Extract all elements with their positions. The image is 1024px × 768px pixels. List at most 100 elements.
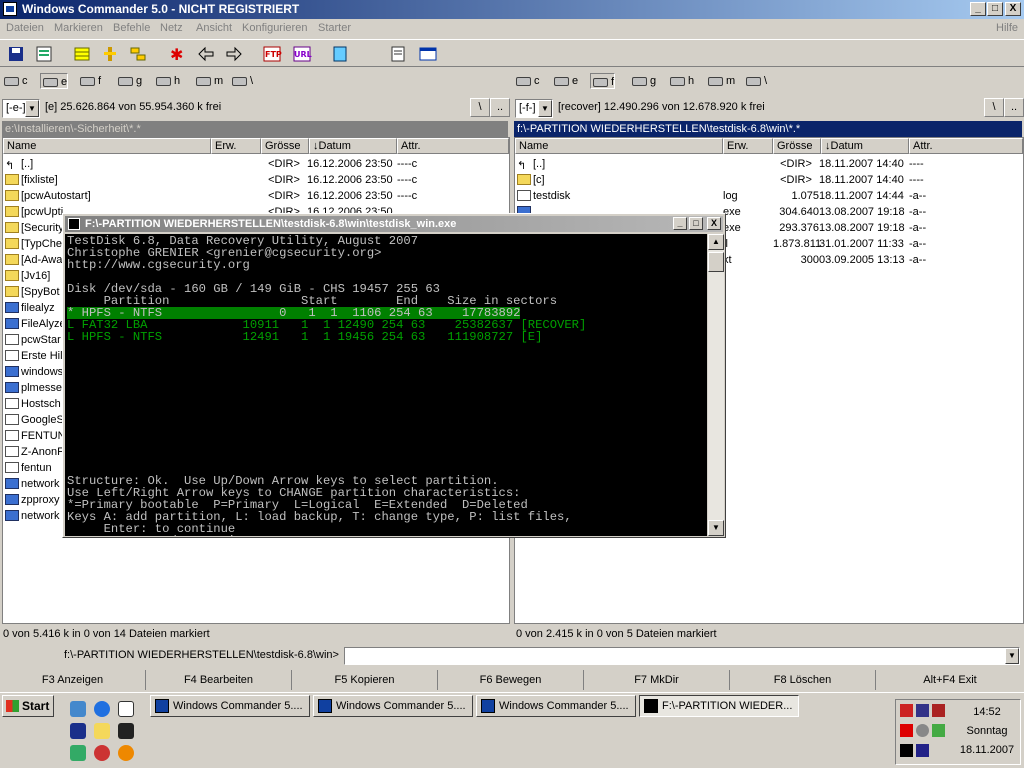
- menu-markieren[interactable]: Markieren: [54, 19, 103, 37]
- close-button[interactable]: X: [1005, 2, 1021, 16]
- notepad-icon[interactable]: [330, 44, 350, 64]
- menu-konfigurieren[interactable]: Konfigurieren: [242, 19, 307, 37]
- console-line[interactable]: L HPFS - NTFS 12491 1 1 19456 254 63 111…: [67, 331, 542, 343]
- task-windows-commander-2[interactable]: Windows Commander 5....: [313, 695, 473, 717]
- minimize-button[interactable]: _: [673, 217, 687, 230]
- folder-icon[interactable]: [94, 723, 110, 739]
- tray-icon[interactable]: [916, 704, 929, 717]
- exit-button[interactable]: Alt+F4 Exit: [876, 670, 1024, 690]
- file-row[interactable]: [fixliste] <DIR> 16.12.2006 23:50 ----c: [3, 172, 509, 188]
- network-root-button[interactable]: \: [232, 73, 253, 89]
- right-root-button[interactable]: \: [984, 98, 1004, 117]
- column-date[interactable]: ↓Datum: [309, 138, 397, 154]
- drive-e-button[interactable]: e: [40, 73, 69, 89]
- f4-edit-button[interactable]: F4 Bearbeiten: [146, 670, 292, 690]
- drive-m-button[interactable]: m: [708, 73, 735, 89]
- task-windows-commander-1[interactable]: Windows Commander 5....: [150, 695, 310, 717]
- console-window[interactable]: F:\-PARTITION WIEDERHERSTELLEN\testdisk-…: [62, 213, 726, 538]
- drive-m-button[interactable]: m: [196, 73, 223, 89]
- drive-h-button[interactable]: h: [156, 73, 180, 89]
- ftp-icon[interactable]: FTP: [262, 44, 282, 64]
- scroll-down-icon[interactable]: ▼: [708, 520, 724, 536]
- maximize-button[interactable]: □: [987, 2, 1003, 16]
- drive-f-button[interactable]: f: [590, 73, 616, 89]
- camera-icon[interactable]: [118, 723, 134, 739]
- column-ext[interactable]: Erw.: [723, 138, 773, 154]
- column-size[interactable]: Grösse: [773, 138, 821, 154]
- tree-icon[interactable]: [100, 44, 120, 64]
- column-attr[interactable]: Attr.: [397, 138, 509, 154]
- drive-c-button[interactable]: c: [516, 73, 540, 89]
- task-windows-commander-3[interactable]: Windows Commander 5....: [476, 695, 636, 717]
- column-name[interactable]: Name: [3, 138, 211, 154]
- chevron-down-icon[interactable]: ▼: [1005, 648, 1019, 664]
- window-icon[interactable]: [418, 44, 438, 64]
- column-size[interactable]: Grösse: [261, 138, 309, 154]
- tray-icon[interactable]: [900, 704, 913, 717]
- drive-c-button[interactable]: c: [4, 73, 28, 89]
- f8-delete-button[interactable]: F8 Löschen: [730, 670, 876, 690]
- app-icon[interactable]: [3, 2, 17, 16]
- column-attr[interactable]: Attr.: [909, 138, 1023, 154]
- f5-copy-button[interactable]: F5 Kopieren: [292, 670, 438, 690]
- left-drive-select[interactable]: [-e-] ▼: [2, 99, 40, 118]
- refresh-icon[interactable]: [6, 44, 26, 64]
- console-scrollbar[interactable]: ▲ ▼: [708, 234, 724, 536]
- drive-g-button[interactable]: g: [632, 73, 656, 89]
- window-icon[interactable]: [118, 701, 134, 717]
- tray-icon[interactable]: [932, 724, 945, 737]
- file-row[interactable]: ↰ [..] <DIR> 16.12.2006 23:50 ----c: [3, 156, 509, 172]
- left-up-button[interactable]: ..: [490, 98, 510, 117]
- forward-icon[interactable]: [224, 44, 244, 64]
- menu-netz[interactable]: Netz: [160, 19, 183, 37]
- scroll-up-icon[interactable]: ▲: [708, 234, 724, 250]
- column-name[interactable]: Name: [515, 138, 723, 154]
- minimize-button[interactable]: _: [970, 2, 986, 16]
- console-output[interactable]: TestDisk 6.8, Data Recovery Utility, Aug…: [65, 234, 707, 536]
- f7-mkdir-button[interactable]: F7 MkDir: [584, 670, 730, 690]
- back-icon[interactable]: [196, 44, 216, 64]
- menu-befehle[interactable]: Befehle: [113, 19, 150, 37]
- sort-icon[interactable]: [128, 44, 148, 64]
- scroll-thumb[interactable]: [708, 252, 724, 272]
- tray-icon[interactable]: [916, 744, 929, 757]
- network-icon[interactable]: [70, 745, 86, 761]
- f3-view-button[interactable]: F3 Anzeigen: [0, 670, 146, 690]
- clock-time[interactable]: 14:52: [952, 706, 1022, 718]
- url-icon[interactable]: URL: [292, 44, 312, 64]
- right-up-button[interactable]: ..: [1004, 98, 1024, 117]
- start-button[interactable]: Start: [2, 695, 54, 717]
- save-icon[interactable]: [70, 723, 86, 739]
- command-input[interactable]: ▼: [344, 647, 1020, 665]
- tray-icon[interactable]: [900, 724, 913, 737]
- f6-move-button[interactable]: F6 Bewegen: [438, 670, 584, 690]
- column-ext[interactable]: Erw.: [211, 138, 261, 154]
- desktop-icon[interactable]: [70, 701, 86, 717]
- menu-dateien[interactable]: Dateien: [6, 19, 44, 37]
- drive-f-button[interactable]: f: [80, 73, 101, 89]
- console-titlebar[interactable]: F:\-PARTITION WIEDERHERSTELLEN\testdisk-…: [65, 216, 723, 232]
- edit-icon[interactable]: [388, 44, 408, 64]
- drive-g-button[interactable]: g: [118, 73, 142, 89]
- network-root-button[interactable]: \: [746, 73, 767, 89]
- tray-icon[interactable]: [932, 704, 945, 717]
- drive-h-button[interactable]: h: [670, 73, 694, 89]
- tray-icon[interactable]: [900, 744, 913, 757]
- task-testdisk[interactable]: F:\-PARTITION WIEDER...: [639, 695, 799, 717]
- full-view-icon[interactable]: [72, 44, 92, 64]
- drive-e-button[interactable]: e: [554, 73, 578, 89]
- menu-ansicht[interactable]: Ansicht: [196, 19, 232, 37]
- mark-all-icon[interactable]: ✱: [166, 44, 186, 64]
- ie-icon[interactable]: [94, 701, 110, 717]
- menu-hilfe[interactable]: Hilfe: [996, 19, 1018, 37]
- file-row[interactable]: ↰ [..] <DIR> 18.11.2007 14:40 ----: [515, 156, 1023, 172]
- left-root-button[interactable]: \: [470, 98, 490, 117]
- file-row[interactable]: [c] <DIR> 18.11.2007 14:40 ----: [515, 172, 1023, 188]
- file-row[interactable]: [pcwAutostart] <DIR> 16.12.2006 23:50 ----c: [3, 188, 509, 204]
- left-path[interactable]: e:\Installieren\-Sicherheit\*.*: [2, 121, 508, 137]
- close-button[interactable]: X: [707, 217, 721, 230]
- menu-starter[interactable]: Starter: [318, 19, 351, 37]
- column-date[interactable]: ↓Datum: [821, 138, 909, 154]
- tray-icon[interactable]: [916, 724, 929, 737]
- file-row[interactable]: testdisk log 1.075 18.11.2007 14:44 -a--: [515, 188, 1023, 204]
